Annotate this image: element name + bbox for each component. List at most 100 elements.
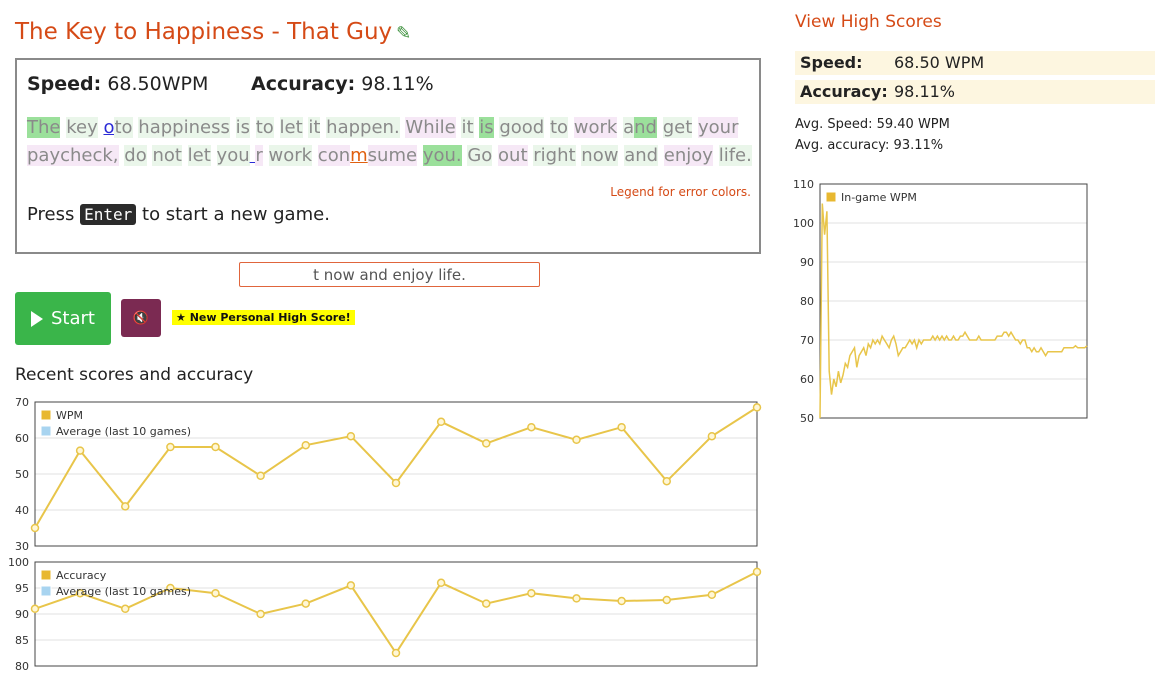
data-point (527, 422, 536, 432)
high-score-accuracy-row: Accuracy: 98.11% (795, 80, 1155, 104)
accuracy-label: Accuracy: (251, 73, 356, 95)
accuracy-value: 98.11% (361, 73, 434, 95)
view-high-scores-link[interactable]: View High Scores (795, 12, 942, 32)
speaker-mute-icon: 🔇 (132, 310, 150, 325)
y-tick-label: 110 (793, 178, 814, 191)
passage-segment: The (27, 117, 61, 138)
passage-segment: good (499, 117, 545, 138)
passage-segment: let (279, 117, 303, 138)
data-point (572, 594, 581, 603)
speed-value: 68.50WPM (107, 73, 209, 95)
avg-speed: Avg. Speed: 59.40 WPM (795, 117, 950, 132)
mute-button[interactable]: 🔇 (121, 299, 161, 337)
data-point (256, 609, 265, 619)
passage-segment: Go (467, 145, 493, 166)
data-point (617, 422, 626, 432)
passage-segment: paycheck, (27, 145, 119, 166)
y-tick-label: 100 (793, 217, 814, 230)
data-point (346, 581, 356, 590)
data-point (30, 523, 40, 533)
legend-label: In-game WPM (841, 191, 917, 204)
typing-input[interactable] (239, 262, 540, 287)
passage-segment: is (235, 117, 250, 138)
passage-segment (657, 117, 663, 138)
data-point (707, 590, 717, 600)
data-point (30, 604, 40, 614)
data-point (211, 588, 220, 598)
y-tick-label: 50 (15, 468, 29, 481)
passage-segment (211, 145, 217, 166)
passage-segment: to (114, 117, 133, 138)
passage-segment: it (308, 117, 321, 138)
legend-swatch (825, 191, 837, 203)
high-score-speed-row: Speed: 68.50 WPM (795, 51, 1155, 75)
y-tick-label: 95 (15, 582, 29, 595)
start-label: Start (51, 308, 95, 329)
passage-segment (658, 145, 664, 166)
legend-label: WPM (56, 409, 83, 422)
y-tick-label: 80 (800, 295, 814, 308)
data-point (346, 431, 356, 441)
in-game-wpm-chart: 50 60 70 80 90 100 110 In-game WPM (793, 178, 1088, 425)
data-point (482, 599, 491, 608)
passage-segment: con (317, 145, 351, 166)
press-enter-hint: Press Enter to start a new game. (27, 204, 330, 225)
passage-segment (250, 117, 256, 138)
passage-segment: out (498, 145, 528, 166)
passage-segment: enjoy (663, 145, 713, 166)
accuracy-stat: Accuracy: 98.11% (251, 73, 434, 95)
data-point (662, 476, 671, 486)
data-point (752, 403, 762, 412)
data-point (436, 417, 446, 427)
start-button[interactable]: Start (15, 292, 111, 345)
passage-segment: let (187, 145, 211, 166)
press-text: Press (27, 204, 75, 225)
data-point (211, 442, 220, 452)
data-point (482, 439, 491, 448)
passage-segment: work (573, 117, 618, 138)
data-point (391, 478, 401, 488)
legend-label: Average (last 10 games) (56, 425, 191, 438)
pencil-icon[interactable]: ✎ (396, 23, 411, 44)
hs-accuracy-label: Accuracy: (800, 82, 888, 101)
passage-segment: now (581, 145, 619, 166)
data-point (256, 471, 265, 481)
y-tick-label: 70 (15, 396, 29, 409)
passage-segment: to (549, 117, 569, 138)
legend-swatch (40, 425, 52, 437)
legend-swatch (40, 585, 52, 597)
data-point (121, 604, 130, 614)
passage-segment: is (479, 117, 494, 138)
passage-segment (713, 145, 719, 166)
y-tick-label: 90 (800, 256, 814, 269)
passage-segment: work (268, 145, 313, 166)
enter-key: Enter (80, 204, 137, 225)
legend-label: Average (last 10 games) (56, 585, 191, 598)
press-suffix: to start a new game. (142, 204, 330, 225)
y-tick-label: 60 (800, 373, 814, 386)
y-tick-label: 70 (800, 334, 814, 347)
y-tick-label: 40 (15, 504, 29, 517)
passage-segment (263, 145, 269, 166)
game-panel: Speed: 68.50WPM Accuracy: 98.11% The key… (15, 58, 761, 254)
page-title: The Key to Happiness - That Guy ✎ (15, 19, 411, 45)
play-icon (31, 310, 43, 327)
data-point (707, 431, 717, 441)
data-point (75, 446, 85, 455)
passage-segment (568, 117, 574, 138)
legend-swatch (40, 569, 52, 581)
data-point (662, 595, 671, 605)
legend-link[interactable]: Legend for error colors. (610, 185, 751, 199)
series-line (819, 203, 1088, 419)
passage-segment: sume (367, 145, 418, 166)
legend-label: Accuracy (56, 569, 107, 582)
data-point (166, 442, 175, 452)
hs-accuracy-value: 98.11% (894, 82, 956, 101)
hs-speed-label: Speed: (800, 53, 863, 72)
y-tick-label: 100 (8, 556, 29, 569)
passage-segment: key (66, 117, 98, 138)
avg-accuracy: Avg. accuracy: 93.11% (795, 138, 944, 153)
passage-segment: to (255, 117, 274, 138)
passage-segment (312, 145, 318, 166)
data-point (752, 567, 762, 577)
